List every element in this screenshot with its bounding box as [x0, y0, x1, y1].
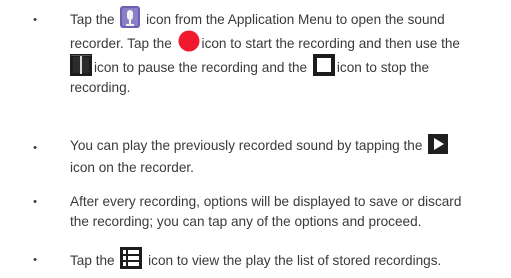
text-segment: Tap the	[70, 253, 119, 268]
text-line: After every recording, options will be d…	[70, 192, 506, 212]
record-icon	[178, 30, 200, 52]
text-segment: recording.	[70, 80, 131, 95]
text-segment: After every recording, options will be d…	[70, 194, 462, 209]
pause-icon	[70, 54, 92, 76]
sound-recorder-app-icon	[120, 6, 141, 28]
list-item-text: After every recording, options will be d…	[70, 192, 506, 232]
text-line: recording.	[70, 78, 506, 98]
text-segment: icon on the recorder.	[70, 160, 194, 175]
text-segment: icon to start the recording and then use…	[201, 36, 460, 51]
bullet: •	[33, 254, 37, 266]
stop-icon	[312, 54, 335, 76]
play-icon	[428, 134, 449, 154]
text-segment: icon to pause the recording and the	[94, 60, 311, 75]
text-line: Tap the icon to view the play the list o…	[70, 247, 506, 271]
bullet: •	[33, 14, 37, 26]
text-segment: icon to view the play the list of stored…	[144, 253, 442, 268]
bullet: •	[33, 196, 37, 208]
text-segment: icon to stop the	[336, 60, 430, 75]
text-line: icon to pause the recording and the icon…	[70, 54, 506, 78]
bullet: •	[33, 142, 37, 154]
text-segment: recorder. Tap the	[70, 36, 176, 51]
text-line: icon on the recorder.	[70, 158, 506, 178]
text-line: the recording; you can tap any of the op…	[70, 212, 506, 232]
text-segment: icon from the Application Menu to open t…	[142, 12, 445, 27]
text-segment: Tap the	[70, 12, 119, 27]
text-line: You can play the previously recorded sou…	[70, 134, 506, 158]
list-item-text: Tap the icon to view the play the list o…	[70, 247, 506, 271]
list-item-text: Tap the icon from the Application Menu t…	[70, 6, 506, 98]
text-segment: You can play the previously recorded sou…	[70, 138, 427, 153]
text-segment: the recording; you can tap any of the op…	[70, 214, 422, 229]
list-item-text: You can play the previously recorded sou…	[70, 134, 506, 178]
text-line: Tap the icon from the Application Menu t…	[70, 6, 506, 30]
text-line: recorder. Tap the icon to start the reco…	[70, 30, 506, 54]
list-icon	[120, 247, 143, 269]
